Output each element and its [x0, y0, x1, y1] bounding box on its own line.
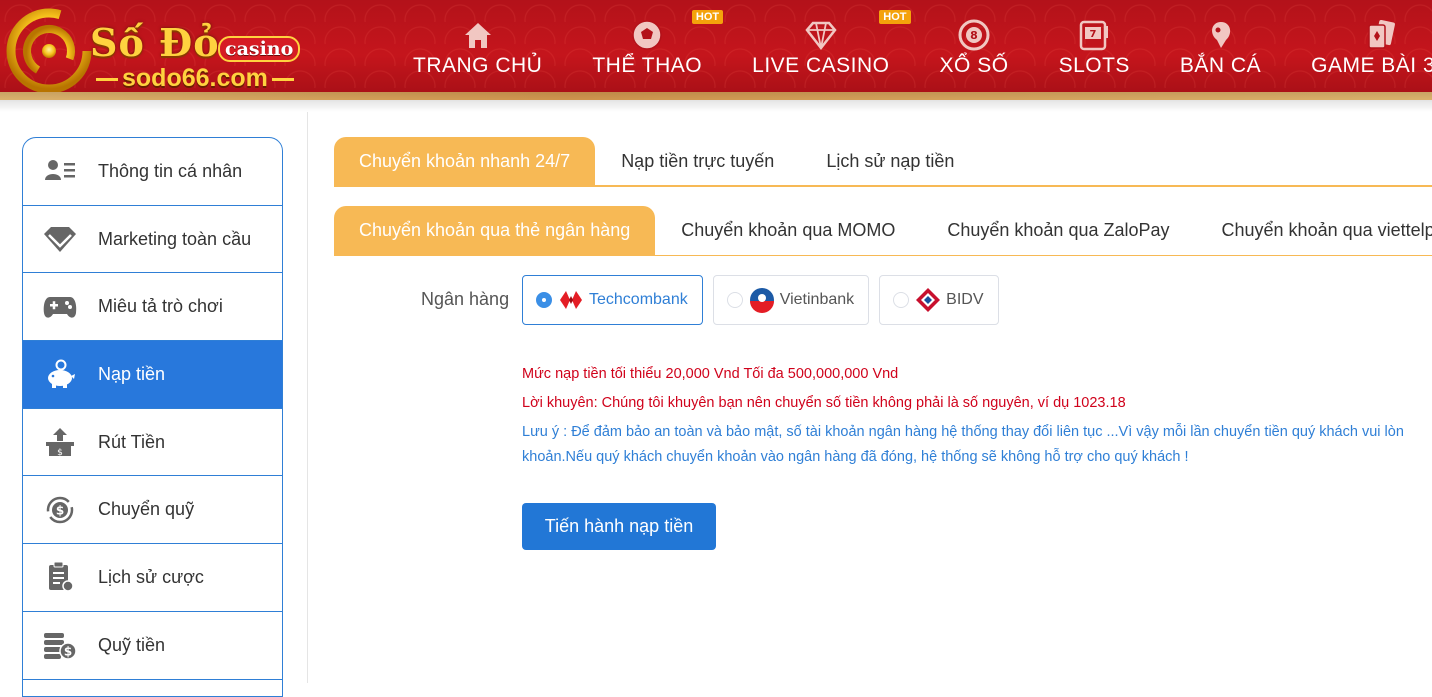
home-icon: [464, 23, 491, 48]
sidebar-item-funds[interactable]: $ Quỹ tiền: [23, 612, 282, 680]
site-header: Số Đỏ casino sodo66.com TRANG CHỦ HOT TH…: [0, 0, 1432, 100]
logo-domain: sodo66.com: [92, 64, 298, 93]
radio-unselected[interactable]: [726, 292, 743, 308]
hot-badge: HOT: [691, 10, 724, 24]
sidebar-item-label: Rút Tiền: [98, 431, 166, 452]
slot-machine-icon: 7: [1079, 20, 1109, 51]
bidv-logo-icon: [915, 287, 941, 313]
soccer-ball-icon: [632, 20, 662, 50]
sidebar-item-label: Nạp tiền: [98, 363, 166, 384]
nav-item-card-games[interactable]: GAME BÀI 3D: [1286, 0, 1432, 100]
warning-note-line2: khoản.Nếu quý khách chuyển khoản vào ngâ…: [522, 449, 1189, 465]
gamepad-icon: [43, 290, 77, 324]
bet-history-icon: [43, 560, 77, 594]
header-shadow: [0, 92, 1432, 112]
logo-badge: casino: [218, 36, 301, 62]
main-nav: TRANG CHỦ HOT THỂ THAO HOT LIVE CASINO 8: [388, 0, 1432, 100]
nav-label: TRANG CHỦ: [413, 54, 543, 77]
bank-option-bidv[interactable]: BIDV: [879, 275, 999, 325]
cards-icon: [1368, 19, 1395, 49]
nav-item-live-casino[interactable]: HOT LIVE CASINO: [727, 0, 914, 100]
bank-option-vietinbank[interactable]: Vietinbank: [712, 275, 870, 325]
fish-icon: [1211, 22, 1230, 48]
transfer-channel-tabs: Chuyển khoản qua thẻ ngân hàng Chuyển kh…: [334, 206, 1432, 256]
sidebar-item-label: Thông tin cá nhân: [98, 160, 243, 181]
user-profile-icon: [43, 154, 77, 188]
svg-text:$: $: [64, 645, 72, 659]
sidebar-item-game-description[interactable]: Miêu tả trò chơi: [23, 273, 282, 342]
diamond-icon: [805, 21, 837, 51]
nav-label: SLOTS: [1058, 54, 1130, 77]
techcombank-logo-icon: [558, 287, 584, 313]
sidebar-item-profile[interactable]: Thông tin cá nhân: [23, 138, 282, 206]
hot-badge: HOT: [879, 10, 911, 24]
tab-online-deposit[interactable]: Nạp tiền trực tuyến: [595, 137, 800, 185]
nav-item-slots[interactable]: 7 SLOTS: [1034, 0, 1155, 100]
site-logo[interactable]: Số Đỏ casino sodo66.com: [6, 6, 301, 94]
radio-unselected[interactable]: [893, 292, 910, 308]
bank-option-label: Vietinbank: [779, 291, 855, 308]
nav-label: LIVE CASINO: [752, 54, 890, 77]
sidebar-item-withdraw[interactable]: $ Rút Tiền: [23, 409, 282, 477]
bank-radio-group: Techcombank Vietinbank BIDV: [522, 275, 1009, 325]
lottery-ball-icon: 8: [958, 19, 990, 51]
deposit-method-tabs: Chuyển khoản nhanh 24/7 Nạp tiền trực tu…: [334, 137, 1432, 187]
tab-bank-card[interactable]: Chuyển khoản qua thẻ ngân hàng: [334, 206, 656, 255]
withdraw-icon: $: [43, 425, 77, 459]
bank-field-label: Ngân hàng: [421, 289, 510, 309]
diamond-icon: [43, 222, 77, 256]
nav-label: BẮN CÁ: [1179, 54, 1262, 77]
svg-text:$: $: [57, 448, 63, 457]
transfer-money-icon: $: [43, 493, 77, 527]
sidebar-item-deposit[interactable]: Nạp tiền: [23, 341, 282, 409]
coins-icon: $: [43, 628, 77, 662]
nav-label: XỔ SỐ: [939, 54, 1009, 77]
sidebar-item-bet-history[interactable]: Lịch sử cược: [23, 544, 282, 612]
tab-fast-transfer[interactable]: Chuyển khoản nhanh 24/7: [334, 137, 596, 185]
warning-note-line1: Lưu ý : Để đảm bảo an toàn và bảo mật, s…: [522, 424, 1404, 440]
sidebar-item-marketing[interactable]: Marketing toàn cầu: [23, 206, 282, 274]
vietinbank-logo-icon: [749, 287, 775, 313]
radio-selected[interactable]: [536, 292, 552, 308]
piggy-bank-icon: [43, 357, 77, 391]
nav-label: THỂ THAO: [592, 54, 703, 77]
sidebar-item-transfer[interactable]: $ Chuyển quỹ: [23, 476, 282, 545]
sidebar-item-label: Quỹ tiền: [98, 634, 166, 655]
tab-deposit-history[interactable]: Lịch sử nạp tiền: [800, 137, 980, 185]
nav-item-sports[interactable]: HOT THỂ THAO: [567, 0, 727, 100]
vertical-divider: [307, 112, 308, 683]
tab-momo[interactable]: Chuyển khoản qua MOMO: [655, 206, 921, 255]
sidebar-item-label: Miêu tả trò chơi: [98, 296, 223, 317]
nav-item-fishing[interactable]: BẮN CÁ: [1155, 0, 1286, 100]
advice-note: Lời khuyên: Chúng tôi khuyên bạn nên chu…: [522, 395, 1126, 411]
svg-text:$: $: [56, 503, 64, 517]
bank-option-label: Techcombank: [589, 291, 688, 308]
bank-option-label: BIDV: [946, 291, 984, 308]
logo-name: Số Đỏ: [90, 20, 220, 65]
logo-swirl-icon: [6, 8, 92, 94]
sidebar-item-label: Marketing toàn cầu: [98, 228, 252, 249]
account-sidebar: Thông tin cá nhân Marketing toàn cầu Miê…: [22, 137, 283, 697]
svg-text:7: 7: [1090, 29, 1097, 40]
svg-text:8: 8: [970, 29, 978, 42]
nav-item-home[interactable]: TRANG CHỦ: [388, 0, 567, 100]
tab-zalopay[interactable]: Chuyển khoản qua ZaloPay: [921, 206, 1195, 255]
bank-option-techcombank[interactable]: Techcombank: [522, 275, 703, 325]
nav-item-lottery[interactable]: 8 XỔ SỐ: [915, 0, 1034, 100]
sidebar-item-label: Chuyển quỹ: [98, 499, 195, 520]
submit-deposit-button[interactable]: Tiến hành nạp tiền: [522, 503, 716, 550]
deposit-limit-note: Mức nạp tiền tối thiểu 20,000 Vnd Tối đa…: [522, 366, 899, 382]
tab-viettelpay[interactable]: Chuyển khoản qua viettelpay: [1196, 206, 1432, 255]
nav-label: GAME BÀI 3D: [1311, 54, 1432, 77]
sidebar-item-label: Lịch sử cược: [98, 566, 204, 587]
